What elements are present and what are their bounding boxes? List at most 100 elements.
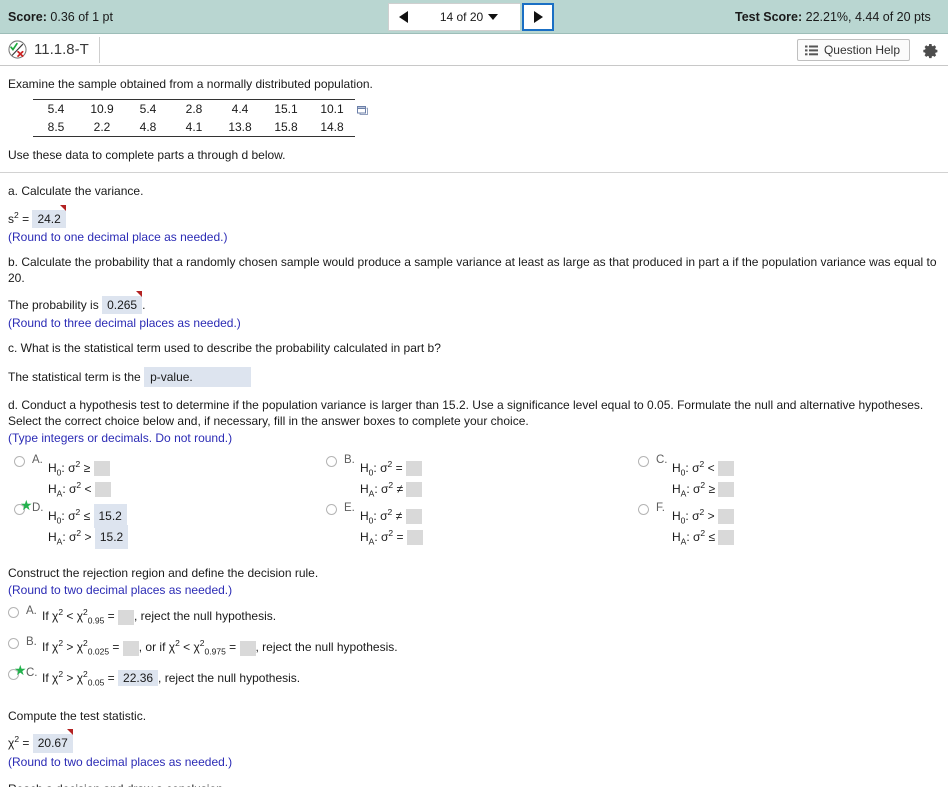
- critical-value-input[interactable]: [122, 640, 139, 656]
- rejection-option-a[interactable]: A. If χ2 < χ20.95 = , reject the null hy…: [8, 604, 940, 635]
- part-d-prompt: d. Conduct a hypothesis test to determin…: [8, 397, 924, 428]
- option-body: H0: σ2 ≥ HA: σ2 <: [48, 453, 111, 499]
- next-question-button[interactable]: [522, 3, 554, 31]
- ha-value-input[interactable]: [718, 530, 735, 546]
- part-b-note: (Round to three decimal places as needed…: [8, 316, 241, 331]
- radio-button[interactable]: [326, 504, 337, 516]
- option-body: H0: σ2 ≤ 15.2 HA: σ2 > 15.2: [48, 501, 129, 550]
- ha-value-input[interactable]: [94, 482, 111, 498]
- relation-operator: >: [66, 671, 74, 686]
- question-content: Examine the sample obtained from a norma…: [0, 76, 948, 787]
- relation-operator: =: [395, 461, 403, 476]
- h0-symbol: H: [48, 509, 57, 524]
- h0-symbol: H: [672, 509, 681, 524]
- data-cell: 4.8: [139, 120, 157, 135]
- popout-window-icon[interactable]: [357, 105, 368, 119]
- part-c-lead: The statistical term is the: [8, 369, 141, 384]
- ha-symbol: H: [360, 482, 369, 497]
- radio-button[interactable]: [638, 504, 649, 516]
- radio-button[interactable]: [14, 504, 25, 516]
- question-help-button[interactable]: Question Help: [796, 39, 910, 61]
- ha-value-input[interactable]: [718, 482, 735, 498]
- option-letter: F.: [656, 502, 665, 515]
- sigma-exponent: 2: [76, 480, 82, 491]
- hypothesis-option-e[interactable]: E. H0: σ2 ≠ HA: σ2 =: [326, 501, 626, 549]
- option-body: H0: σ2 > HA: σ2 ≤: [672, 501, 735, 547]
- score-bar: Score: 0.36 of 1 pt 14 of 20 Test Score:…: [0, 0, 948, 34]
- alt-hypothesis-line: HA: σ2 <: [48, 474, 111, 499]
- question-id-group: 11.1.8-T: [0, 36, 100, 63]
- question-position-dropdown[interactable]: 14 of 20: [418, 3, 520, 31]
- radio-button[interactable]: [8, 638, 19, 650]
- option-body: If χ2 < χ20.95 = , reject the null hypot…: [42, 607, 277, 626]
- if-text: If: [42, 609, 49, 624]
- hypothesis-option-b[interactable]: B. H0: σ2 = HA: σ2 ≠: [326, 453, 626, 501]
- tail-text: , reject the null hypothesis.: [255, 640, 398, 655]
- critical-subscript: 0.975: [204, 646, 226, 657]
- relation-operator: >: [84, 530, 92, 545]
- sigma-exponent: 2: [387, 459, 393, 470]
- data-cell: 2.2: [93, 120, 111, 135]
- relation-operator: <: [66, 609, 74, 624]
- radio-button[interactable]: [8, 669, 19, 681]
- test-statistic-answer-row: χ2 = 20.67: [8, 729, 940, 753]
- h0-symbol: H: [360, 461, 369, 476]
- ha-value-input[interactable]: 15.2: [94, 525, 129, 550]
- ha-subscript: A: [368, 488, 375, 499]
- settings-button[interactable]: [919, 40, 941, 62]
- relation-operator: ≠: [395, 509, 403, 524]
- radio-button[interactable]: [8, 607, 19, 619]
- ha-symbol: H: [360, 530, 369, 545]
- alt-hypothesis-line: HA: σ2 ≤: [672, 522, 735, 547]
- sigma-exponent: 2: [388, 480, 394, 491]
- ha-value-input[interactable]: [406, 482, 423, 498]
- hypothesis-option-f[interactable]: F. H0: σ2 > HA: σ2 ≤: [638, 501, 938, 549]
- radio-button[interactable]: [326, 456, 337, 468]
- critical-value-input[interactable]: 22.36: [118, 670, 159, 687]
- list-icon: [804, 45, 818, 55]
- part-c-prompt: c. What is the statistical term used to …: [8, 341, 441, 356]
- ha-subscript: A: [680, 536, 687, 547]
- data-cell: 13.8: [228, 120, 252, 135]
- rejection-option-c[interactable]: ★ C. If χ2 > χ20.05 = 22.36, reject the …: [8, 663, 940, 697]
- part-b-lead: The probability is: [8, 298, 99, 313]
- critical-value-input[interactable]: [118, 609, 135, 625]
- hypothesis-option-d[interactable]: ★ D. H0: σ2 ≤ 15.2 HA: σ2 > 15.2: [14, 498, 314, 550]
- relation-operator: >: [707, 509, 715, 524]
- part-b-answer-row: The probability is 0.265.: [8, 291, 940, 315]
- question-header: 11.1.8-T Question Help: [0, 34, 948, 66]
- data-cell: 5.4: [47, 102, 65, 117]
- rejection-region-note: (Round to two decimal places as needed.): [8, 583, 233, 598]
- hypothesis-option-a[interactable]: A. H0: σ2 ≥ HA: σ2 <: [14, 453, 314, 501]
- sigma-exponent: 2: [699, 507, 705, 518]
- null-hypothesis-line: H0: σ2 ≤ 15.2: [48, 501, 128, 529]
- radio-button[interactable]: [14, 456, 25, 468]
- critical-subscript: 0.05: [87, 677, 105, 688]
- ha-value-input[interactable]: [406, 530, 423, 546]
- critical-subscript: 0.95: [87, 615, 105, 626]
- question-help-label: Question Help: [823, 43, 900, 57]
- previous-question-button[interactable]: [388, 3, 418, 31]
- part-a-answer-row: s2 = 24.2: [8, 204, 940, 228]
- question-pager[interactable]: 14 of 20: [388, 3, 554, 31]
- h0-symbol: H: [48, 461, 57, 476]
- null-hypothesis-line: H0: σ2 =: [360, 453, 422, 477]
- part-a-answer-input[interactable]: 24.2: [32, 204, 67, 228]
- radio-button[interactable]: [638, 456, 649, 468]
- variance-exponent: 2: [14, 209, 19, 220]
- critical-value-input[interactable]: [239, 640, 256, 656]
- data-cell: 15.8: [274, 120, 298, 135]
- part-b-answer-input[interactable]: 0.265: [102, 291, 143, 315]
- rejection-region-choices: A. If χ2 < χ20.95 = , reject the null hy…: [8, 604, 940, 697]
- sigma-exponent: 2: [700, 528, 706, 539]
- hypothesis-option-c[interactable]: C. H0: σ2 < HA: σ2 ≥: [638, 453, 938, 501]
- rejection-option-b[interactable]: B. If χ2 > χ20.025 = , or if χ2 < χ20.97…: [8, 635, 940, 666]
- relation-operator: ≥: [83, 461, 91, 476]
- part-c-answer-input[interactable]: p-value.: [144, 366, 252, 387]
- problem-intro: Examine the sample obtained from a norma…: [8, 77, 373, 91]
- hypothesis-choice-grid: A. H0: σ2 ≥ HA: σ2 < ★ D. H0: σ2 ≤ 15.2 …: [8, 453, 940, 553]
- test-statistic-input[interactable]: 20.67: [32, 729, 73, 753]
- alt-hypothesis-line: HA: σ2 > 15.2: [48, 522, 129, 550]
- ha-subscript: A: [56, 488, 63, 499]
- option-letter: B.: [26, 636, 37, 649]
